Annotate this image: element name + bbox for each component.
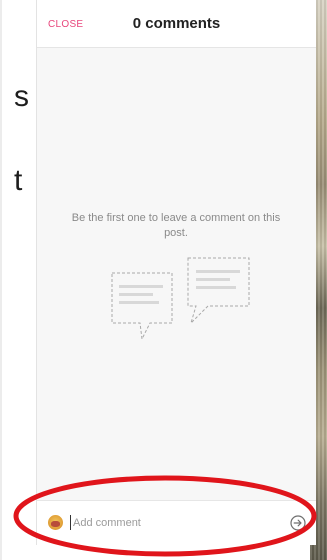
comments-title: 0 comments: [132, 15, 221, 32]
document-edge: [0, 0, 2, 560]
empty-state-message: Be the first one to leave a comment on t…: [71, 212, 281, 239]
send-arrow-icon[interactable]: [290, 515, 306, 531]
user-avatar: [48, 515, 63, 530]
comments-panel: CLOSE 0 comments Be the first one to lea…: [36, 0, 316, 545]
comments-header: CLOSE 0 comments: [37, 0, 316, 48]
background-document: s t: [0, 0, 36, 560]
document-text-fragment: t: [14, 164, 23, 197]
speech-bubbles-icon: [111, 257, 250, 341]
document-text-fragment: s: [14, 80, 29, 113]
comment-input[interactable]: [73, 513, 273, 533]
text-caret: [70, 515, 71, 530]
comment-composer: [37, 500, 316, 545]
